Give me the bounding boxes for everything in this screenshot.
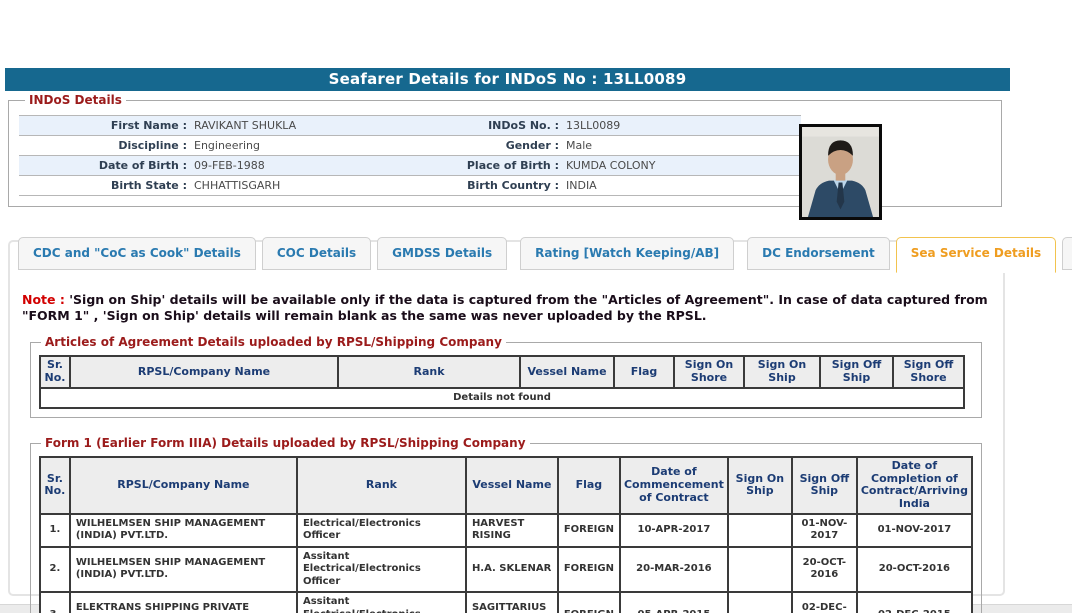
articles-of-agreement-table: Sr. No. RPSL/Company Name Rank Vessel Na… (39, 355, 965, 409)
table-header-row: Sr. No. RPSL/Company Name Rank Vessel Na… (40, 457, 972, 514)
birth-country-label: Birth Country : (459, 179, 559, 192)
sign-on-ship-cell (728, 592, 792, 613)
indos-no-value: 13LL0089 (559, 119, 801, 132)
company-cell: WILHELMSEN SHIP MANAGEMENT (INDIA) PVT.L… (70, 547, 297, 593)
birth-state-label: Birth State : (19, 179, 187, 192)
completion-date-cell: 20-OCT-2016 (857, 547, 972, 593)
birth-country-value: INDIA (559, 179, 801, 192)
form1-section: Form 1 (Earlier Form IIIA) Details uploa… (30, 436, 982, 613)
place-of-birth-value: KUMDA COLONY (559, 159, 801, 172)
tab-gmdss-details[interactable]: GMDSS Details (377, 237, 507, 270)
commencement-date-cell: 05-APR-2015 (620, 592, 728, 613)
rank-cell: Assitant Electrical/Electronics Officer (297, 592, 466, 613)
sign-off-ship-cell: 02-DEC-2015 (792, 592, 857, 613)
flag-cell: FOREIGN (558, 514, 620, 547)
vessel-cell: HARVEST RISING (466, 514, 558, 547)
indos-details-legend: INDoS Details (25, 93, 126, 107)
indos-details-grid: First Name : RAVIKANT SHUKLA INDoS No. :… (19, 115, 801, 196)
sign-on-ship-note: Note : 'Sign on Ship' details will be av… (22, 292, 991, 323)
col-vessel-name: Vessel Name (520, 356, 614, 387)
form1-table: Sr. No. RPSL/Company Name Rank Vessel Na… (39, 456, 973, 613)
col-rpsl-company-name: RPSL/Company Name (70, 356, 338, 387)
page-title: Seafarer Details for INDoS No : 13LL0089 (5, 68, 1010, 91)
commencement-date-cell: 20-MAR-2016 (620, 547, 728, 593)
completion-date-cell: 01-NOV-2017 (857, 514, 972, 547)
table-row: 2. WILHELMSEN SHIP MANAGEMENT (INDIA) PV… (40, 547, 972, 593)
discipline-value: Engineering (187, 139, 459, 152)
indos-details-section: INDoS Details First Name : RAVIKANT SHUK… (8, 93, 1002, 207)
table-header-row: Sr. No. RPSL/Company Name Rank Vessel Na… (40, 356, 964, 387)
tab-dc-endorsement[interactable]: DC Endorsement (747, 237, 890, 270)
details-not-found-message: Details not found (40, 388, 964, 409)
note-text: 'Sign on Ship' details will be available… (22, 292, 988, 323)
first-name-value: RAVIKANT SHUKLA (187, 119, 459, 132)
detail-row-first-name: First Name : RAVIKANT SHUKLA INDoS No. :… (19, 116, 801, 136)
col-rpsl-company-name: RPSL/Company Name (70, 457, 297, 514)
table-row: 3. ELEKTRANS SHIPPING PRIVATE LIMITED As… (40, 592, 972, 613)
detail-row-birth-date: Date of Birth : 09-FEB-1988 Place of Bir… (19, 156, 801, 176)
sign-off-ship-cell: 20-OCT-2016 (792, 547, 857, 593)
gender-label: Gender : (459, 139, 559, 152)
col-sign-off-shore: Sign Off Shore (893, 356, 964, 387)
col-rank: Rank (297, 457, 466, 514)
detail-row-birth-state: Birth State : CHHATTISGARH Birth Country… (19, 176, 801, 196)
note-prefix: Note : (22, 292, 65, 307)
rank-cell: Electrical/Electronics Officer (297, 514, 466, 547)
detail-tabs: CDC and "CoC as Cook" Details COC Detail… (18, 237, 1072, 270)
sr-no-cell: 3. (40, 592, 70, 613)
gender-value: Male (559, 139, 801, 152)
sr-no-cell: 1. (40, 514, 70, 547)
col-sign-on-ship: Sign On Ship (728, 457, 792, 514)
birth-state-value: CHHATTISGARH (187, 179, 459, 192)
rank-cell: Assitant Electrical/Electronics Officer (297, 547, 466, 593)
flag-cell: FOREIGN (558, 547, 620, 593)
col-sr-no: Sr. No. (40, 457, 70, 514)
date-of-birth-label: Date of Birth : (19, 159, 187, 172)
flag-cell: FOREIGN (558, 592, 620, 613)
col-vessel-name: Vessel Name (466, 457, 558, 514)
col-sign-off-ship: Sign Off Ship (792, 457, 857, 514)
company-cell: ELEKTRANS SHIPPING PRIVATE LIMITED (70, 592, 297, 613)
col-sign-off-ship: Sign Off Ship (820, 356, 893, 387)
tab-sea-service-details[interactable]: Sea Service Details (896, 237, 1056, 273)
tab-rating-watch-keeping-ab[interactable]: Rating [Watch Keeping/AB] (520, 237, 734, 270)
indos-no-label: INDoS No. : (459, 119, 559, 132)
date-of-birth-value: 09-FEB-1988 (187, 159, 459, 172)
table-row: 1. WILHELMSEN SHIP MANAGEMENT (INDIA) PV… (40, 514, 972, 547)
company-cell: WILHELMSEN SHIP MANAGEMENT (INDIA) PVT.L… (70, 514, 297, 547)
seafarer-photo (799, 124, 882, 220)
col-date-of-completion: Date of Completion of Contract/Arriving … (857, 457, 972, 514)
tab-cdc-coc-as-cook-details[interactable]: CDC and "CoC as Cook" Details (18, 237, 256, 270)
completion-date-cell: 02-DEC-2015 (857, 592, 972, 613)
articles-of-agreement-legend: Articles of Agreement Details uploaded b… (41, 335, 506, 349)
discipline-label: Discipline : (19, 139, 187, 152)
tab-coc-details[interactable]: COC Details (262, 237, 371, 270)
col-sr-no: Sr. No. (40, 356, 70, 387)
commencement-date-cell: 10-APR-2017 (620, 514, 728, 547)
sign-off-ship-cell: 01-NOV-2017 (792, 514, 857, 547)
col-sign-on-shore: Sign On Shore (674, 356, 744, 387)
page: Seafarer Details for INDoS No : 13LL0089… (0, 0, 1072, 613)
vessel-cell: H.A. SKLENAR (466, 547, 558, 593)
place-of-birth-label: Place of Birth : (459, 159, 559, 172)
articles-of-agreement-section: Articles of Agreement Details uploaded b… (30, 335, 982, 418)
col-date-of-commencement: Date of Commencement of Contract (620, 457, 728, 514)
sign-on-ship-cell (728, 514, 792, 547)
empty-row: Details not found (40, 388, 964, 409)
form1-legend: Form 1 (Earlier Form IIIA) Details uploa… (41, 436, 530, 450)
sign-on-ship-cell (728, 547, 792, 593)
sr-no-cell: 2. (40, 547, 70, 593)
sea-service-panel: Note : 'Sign on Ship' details will be av… (8, 240, 1005, 596)
col-sign-on-ship: Sign On Ship (744, 356, 820, 387)
tab-training-details[interactable]: Training Details (1062, 237, 1072, 270)
col-rank: Rank (338, 356, 520, 387)
first-name-label: First Name : (19, 119, 187, 132)
portrait-illustration (802, 127, 879, 217)
col-flag: Flag (614, 356, 674, 387)
detail-row-discipline: Discipline : Engineering Gender : Male (19, 136, 801, 156)
vessel-cell: SAGITTARIUS OCEAN (466, 592, 558, 613)
col-flag: Flag (558, 457, 620, 514)
